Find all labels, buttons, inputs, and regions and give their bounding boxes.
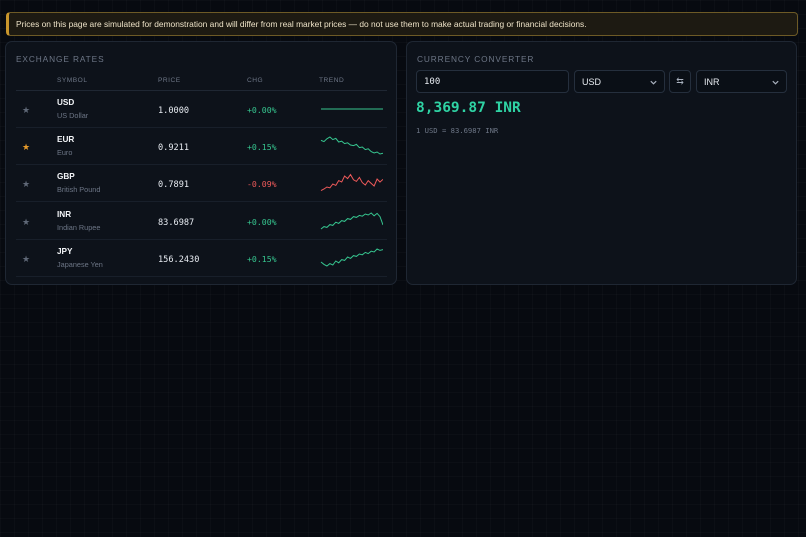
- currency-name: Euro: [57, 147, 73, 157]
- table-row[interactable]: ★ JPY Japanese Yen 156.2430 +0.15%: [16, 239, 387, 277]
- from-currency-value: USD: [582, 76, 602, 87]
- to-currency-value: INR: [704, 76, 720, 87]
- to-currency-select[interactable]: INR: [696, 70, 787, 93]
- trend-sparkline: [320, 173, 383, 192]
- swap-currencies-button[interactable]: ⇆: [669, 70, 691, 93]
- price-value: 0.7891: [158, 180, 190, 191]
- currency-name: British Pound: [57, 185, 101, 195]
- star-icon[interactable]: ★: [22, 254, 30, 264]
- from-currency-select[interactable]: USD: [574, 70, 665, 93]
- disclaimer-text: Prices on this page are simulated for de…: [16, 19, 587, 29]
- star-icon[interactable]: ★: [22, 105, 30, 115]
- demo-disclaimer-banner: Prices on this page are simulated for de…: [6, 12, 798, 36]
- price-value: 156.2430: [158, 254, 200, 265]
- trend-line: [320, 248, 383, 267]
- trend-sparkline: [320, 136, 383, 155]
- swap-icon: ⇆: [676, 76, 684, 86]
- change-value: +0.15%: [247, 253, 277, 264]
- change-value: +0.00%: [247, 104, 277, 115]
- table-row[interactable]: ★ EUR Euro 0.9211 +0.15%: [16, 127, 387, 165]
- chevron-down-icon: [650, 80, 657, 85]
- currency-symbol: INR: [57, 209, 72, 219]
- currency-name: Japanese Yen: [57, 259, 103, 269]
- price-value: 83.6987: [158, 217, 195, 228]
- star-icon[interactable]: ★: [22, 217, 30, 227]
- currency-symbol: USD: [57, 97, 75, 107]
- currency-name: Indian Rupee: [57, 222, 101, 232]
- exchange-rates-panel: EXCHANGE RATES SYMBOL PRICE CHG TREND ★ U…: [5, 41, 397, 285]
- change-value: +0.15%: [247, 141, 277, 152]
- trend-line: [320, 136, 383, 155]
- currency-name: US Dollar: [57, 110, 89, 120]
- table-row[interactable]: ★ USD US Dollar 1.0000 +0.00%: [16, 90, 387, 128]
- column-symbol[interactable]: SYMBOL: [57, 71, 158, 91]
- column-trend: TREND: [319, 71, 387, 91]
- currency-symbol: GBP: [57, 172, 75, 182]
- panel-title: EXCHANGE RATES: [16, 54, 105, 64]
- price-value: 1.0000: [158, 105, 190, 116]
- star-icon[interactable]: ★: [22, 179, 30, 189]
- change-value: +0.00%: [247, 216, 277, 227]
- star-icon[interactable]: ★: [22, 142, 30, 152]
- currency-symbol: JPY: [57, 246, 73, 256]
- amount-input[interactable]: 100: [416, 70, 569, 93]
- currency-symbol: EUR: [57, 134, 75, 144]
- table-header-row: SYMBOL PRICE CHG TREND: [16, 71, 387, 91]
- conversion-rate: 1 USD = 83.6987 INR: [416, 126, 499, 135]
- table-row[interactable]: ★ GBP British Pound 0.7891 -0.09%: [16, 165, 387, 202]
- panel-title: CURRENCY CONVERTER: [417, 54, 535, 64]
- table-row[interactable]: ★ INR Indian Rupee 83.6987 +0.00%: [16, 202, 387, 240]
- price-value: 0.9211: [158, 142, 190, 153]
- conversion-result: 8,369.87 INR: [416, 100, 521, 116]
- currency-converter-panel: CURRENCY CONVERTER 100 USD ⇆ INR 8,369.8…: [406, 41, 797, 285]
- rates-table: SYMBOL PRICE CHG TREND ★ USD US Dollar 1.00…: [16, 71, 387, 277]
- trend-sparkline: [321, 108, 383, 110]
- column-price[interactable]: PRICE: [158, 71, 247, 91]
- trend-line: [320, 211, 383, 229]
- trend-sparkline: [320, 211, 383, 229]
- change-value: -0.09%: [247, 179, 277, 190]
- column-chg[interactable]: CHG: [247, 71, 319, 91]
- trend-sparkline: [320, 248, 383, 267]
- chevron-down-icon: [772, 80, 779, 85]
- trend-line: [320, 173, 383, 192]
